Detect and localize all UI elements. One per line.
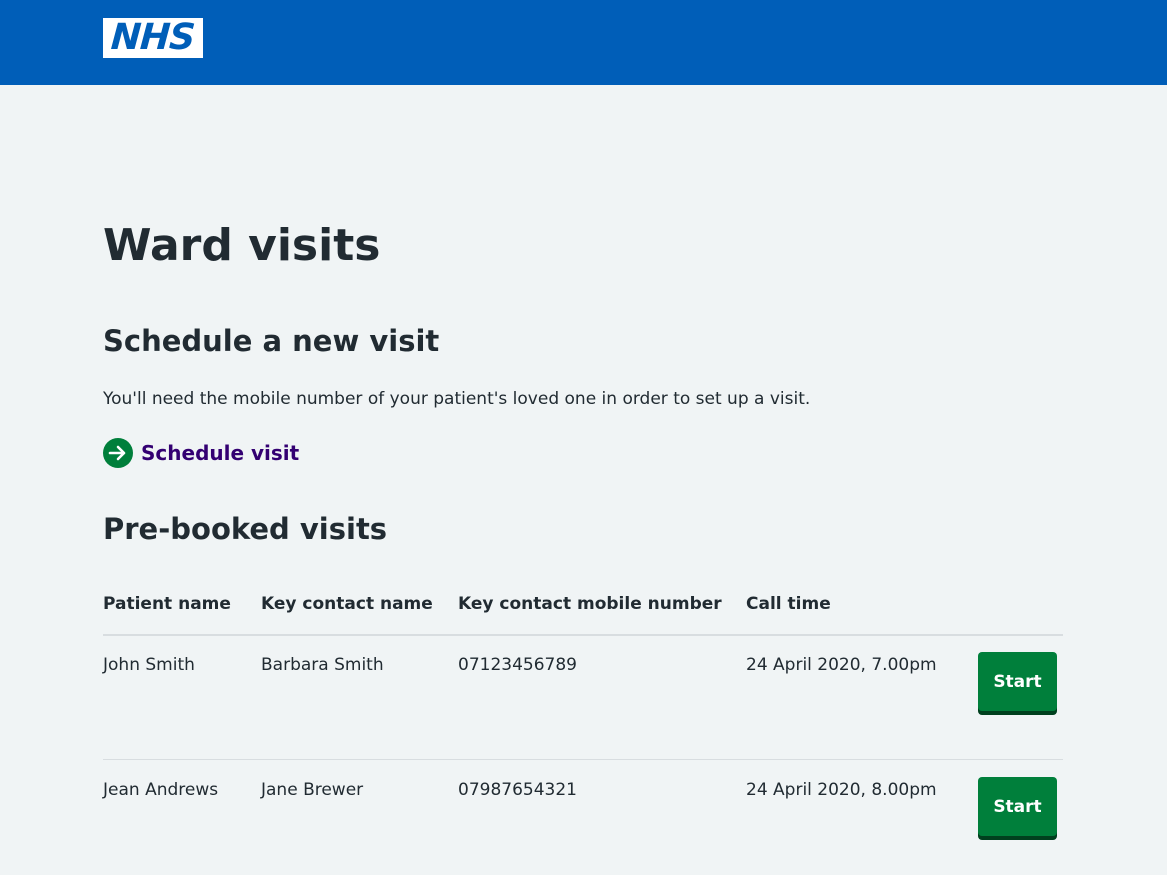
schedule-description: You'll need the mobile number of your pa… bbox=[103, 389, 811, 409]
contact-mobile-cell: 07987654321 bbox=[458, 780, 577, 800]
table-row: Jean Andrews Jane Brewer 07987654321 24 … bbox=[103, 761, 1063, 875]
schedule-heading: Schedule a new visit bbox=[103, 324, 440, 358]
nhs-logo-text: NHS bbox=[110, 17, 197, 58]
schedule-visit-label: Schedule visit bbox=[141, 441, 300, 465]
column-header-key-contact-name: Key contact name bbox=[261, 594, 433, 614]
patient-name-cell: John Smith bbox=[103, 655, 195, 675]
arrow-right-circle-icon bbox=[103, 438, 133, 468]
prebooked-heading: Pre-booked visits bbox=[103, 512, 388, 546]
nhs-logo[interactable]: NHS bbox=[103, 17, 203, 58]
column-header-key-contact-mobile: Key contact mobile number bbox=[458, 594, 722, 614]
start-visit-button[interactable]: Start bbox=[978, 777, 1057, 836]
start-visit-button[interactable]: Start bbox=[978, 652, 1057, 711]
table-row: John Smith Barbara Smith 07123456789 24 … bbox=[103, 636, 1063, 760]
contact-mobile-cell: 07123456789 bbox=[458, 655, 577, 675]
contact-name-cell: Barbara Smith bbox=[261, 655, 384, 675]
column-header-call-time: Call time bbox=[746, 594, 831, 614]
page-title: Ward visits bbox=[103, 220, 381, 271]
site-header: NHS bbox=[0, 0, 1167, 85]
call-time-cell: 24 April 2020, 7.00pm bbox=[746, 655, 937, 675]
schedule-visit-link[interactable]: Schedule visit bbox=[103, 438, 299, 468]
column-header-patient-name: Patient name bbox=[103, 594, 231, 614]
contact-name-cell: Jane Brewer bbox=[261, 780, 364, 800]
patient-name-cell: Jean Andrews bbox=[103, 780, 219, 800]
call-time-cell: 24 April 2020, 8.00pm bbox=[746, 780, 937, 800]
